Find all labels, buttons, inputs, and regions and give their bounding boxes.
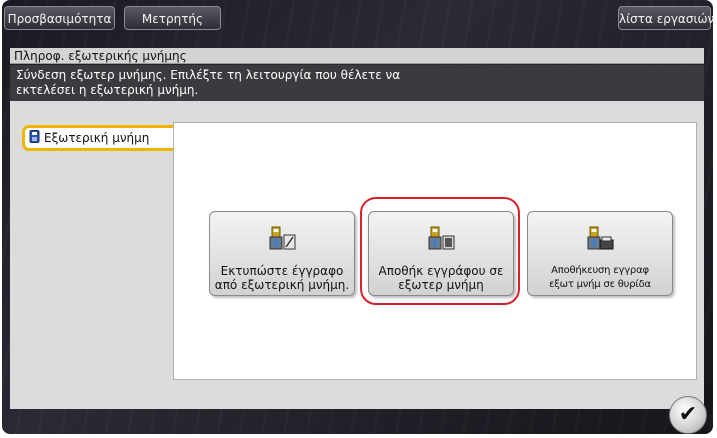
- screen-title: Πληροφ. εξωτερικής μνήμης: [10, 48, 704, 64]
- tab-external-memory-label: Εξωτερική μνήμη: [44, 131, 150, 145]
- accessibility-button[interactable]: Προσβασιμότητα: [4, 6, 115, 30]
- save-to-box-icon: [528, 226, 672, 256]
- instruction-line-1: Σύνδεση εξωτερ μνήμης. Επιλέξτε τη λειτο…: [16, 68, 401, 82]
- print-label-line-1: Εκτυπώστε έγγραφο: [220, 264, 344, 278]
- save-label-line-2: εξωτερ μνήμη: [398, 278, 484, 292]
- save-label-line-1: Αποθήκ εγγράφου σε: [378, 264, 504, 278]
- checkmark-icon: ✔: [678, 402, 698, 427]
- instruction-line-2: εκτελέσει η εξωτερική μνήμη.: [16, 83, 199, 97]
- tab-external-memory[interactable]: Εξωτερική μνήμη: [22, 125, 182, 151]
- print-label-line-2: από εξωτερική μνήμη.: [214, 278, 350, 292]
- print-from-memory-icon: [210, 226, 354, 256]
- counter-button[interactable]: Μετρητής: [124, 6, 221, 30]
- print-from-memory-button[interactable]: Εκτυπώστε έγγραφο από εξωτερική μνήμη.: [209, 211, 355, 296]
- save-to-user-box-button[interactable]: Αποθήκευση εγγραφ εξωτ μνήμ σε θυρίδα: [527, 211, 673, 296]
- save-to-memory-icon: [369, 226, 513, 256]
- box-label-line-1: Αποθήκευση εγγραφ: [551, 265, 649, 276]
- box-label-line-2: εξωτ μνήμ σε θυρίδα: [549, 279, 651, 290]
- ok-button[interactable]: ✔: [669, 396, 707, 434]
- job-list-button[interactable]: λίστα εργασιών: [618, 6, 714, 30]
- instruction-message: Σύνδεση εξωτερ μνήμης. Επιλέξτε τη λειτο…: [10, 65, 704, 101]
- usb-memory-icon: [29, 129, 40, 149]
- save-to-memory-button[interactable]: Αποθήκ εγγράφου σε εξωτερ μνήμη: [368, 211, 514, 296]
